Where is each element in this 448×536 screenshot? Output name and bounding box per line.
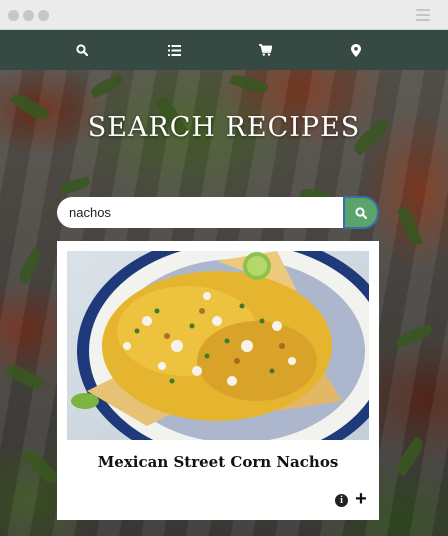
search-bar bbox=[57, 196, 379, 229]
add-icon[interactable]: + bbox=[353, 489, 369, 509]
recipe-title[interactable]: Mexican Street Corn Nachos bbox=[57, 453, 379, 471]
list-icon bbox=[167, 44, 181, 56]
nav-search-button[interactable] bbox=[62, 30, 102, 70]
nav-cart-button[interactable] bbox=[245, 30, 285, 70]
location-icon bbox=[351, 43, 361, 57]
search-icon bbox=[355, 206, 367, 219]
nav-list-button[interactable] bbox=[154, 30, 194, 70]
window-close-button[interactable] bbox=[8, 10, 19, 21]
page-title: SEARCH RECIPES bbox=[87, 112, 361, 143]
window-minimize-button[interactable] bbox=[23, 10, 34, 21]
search-input[interactable] bbox=[57, 197, 345, 228]
recipe-photo[interactable] bbox=[67, 251, 369, 440]
window-titlebar bbox=[0, 0, 448, 30]
window-maximize-button[interactable] bbox=[38, 10, 49, 21]
nav-location-button[interactable] bbox=[336, 30, 376, 70]
info-icon[interactable]: i bbox=[335, 494, 348, 507]
search-submit-button[interactable] bbox=[343, 196, 379, 229]
window-menu-icon[interactable] bbox=[416, 9, 430, 21]
top-nav-bar bbox=[0, 30, 448, 70]
search-icon bbox=[76, 44, 88, 56]
cart-icon bbox=[258, 44, 272, 56]
recipe-card[interactable]: Mexican Street Corn Nachos i + bbox=[57, 241, 379, 520]
nachos-image bbox=[67, 251, 369, 440]
